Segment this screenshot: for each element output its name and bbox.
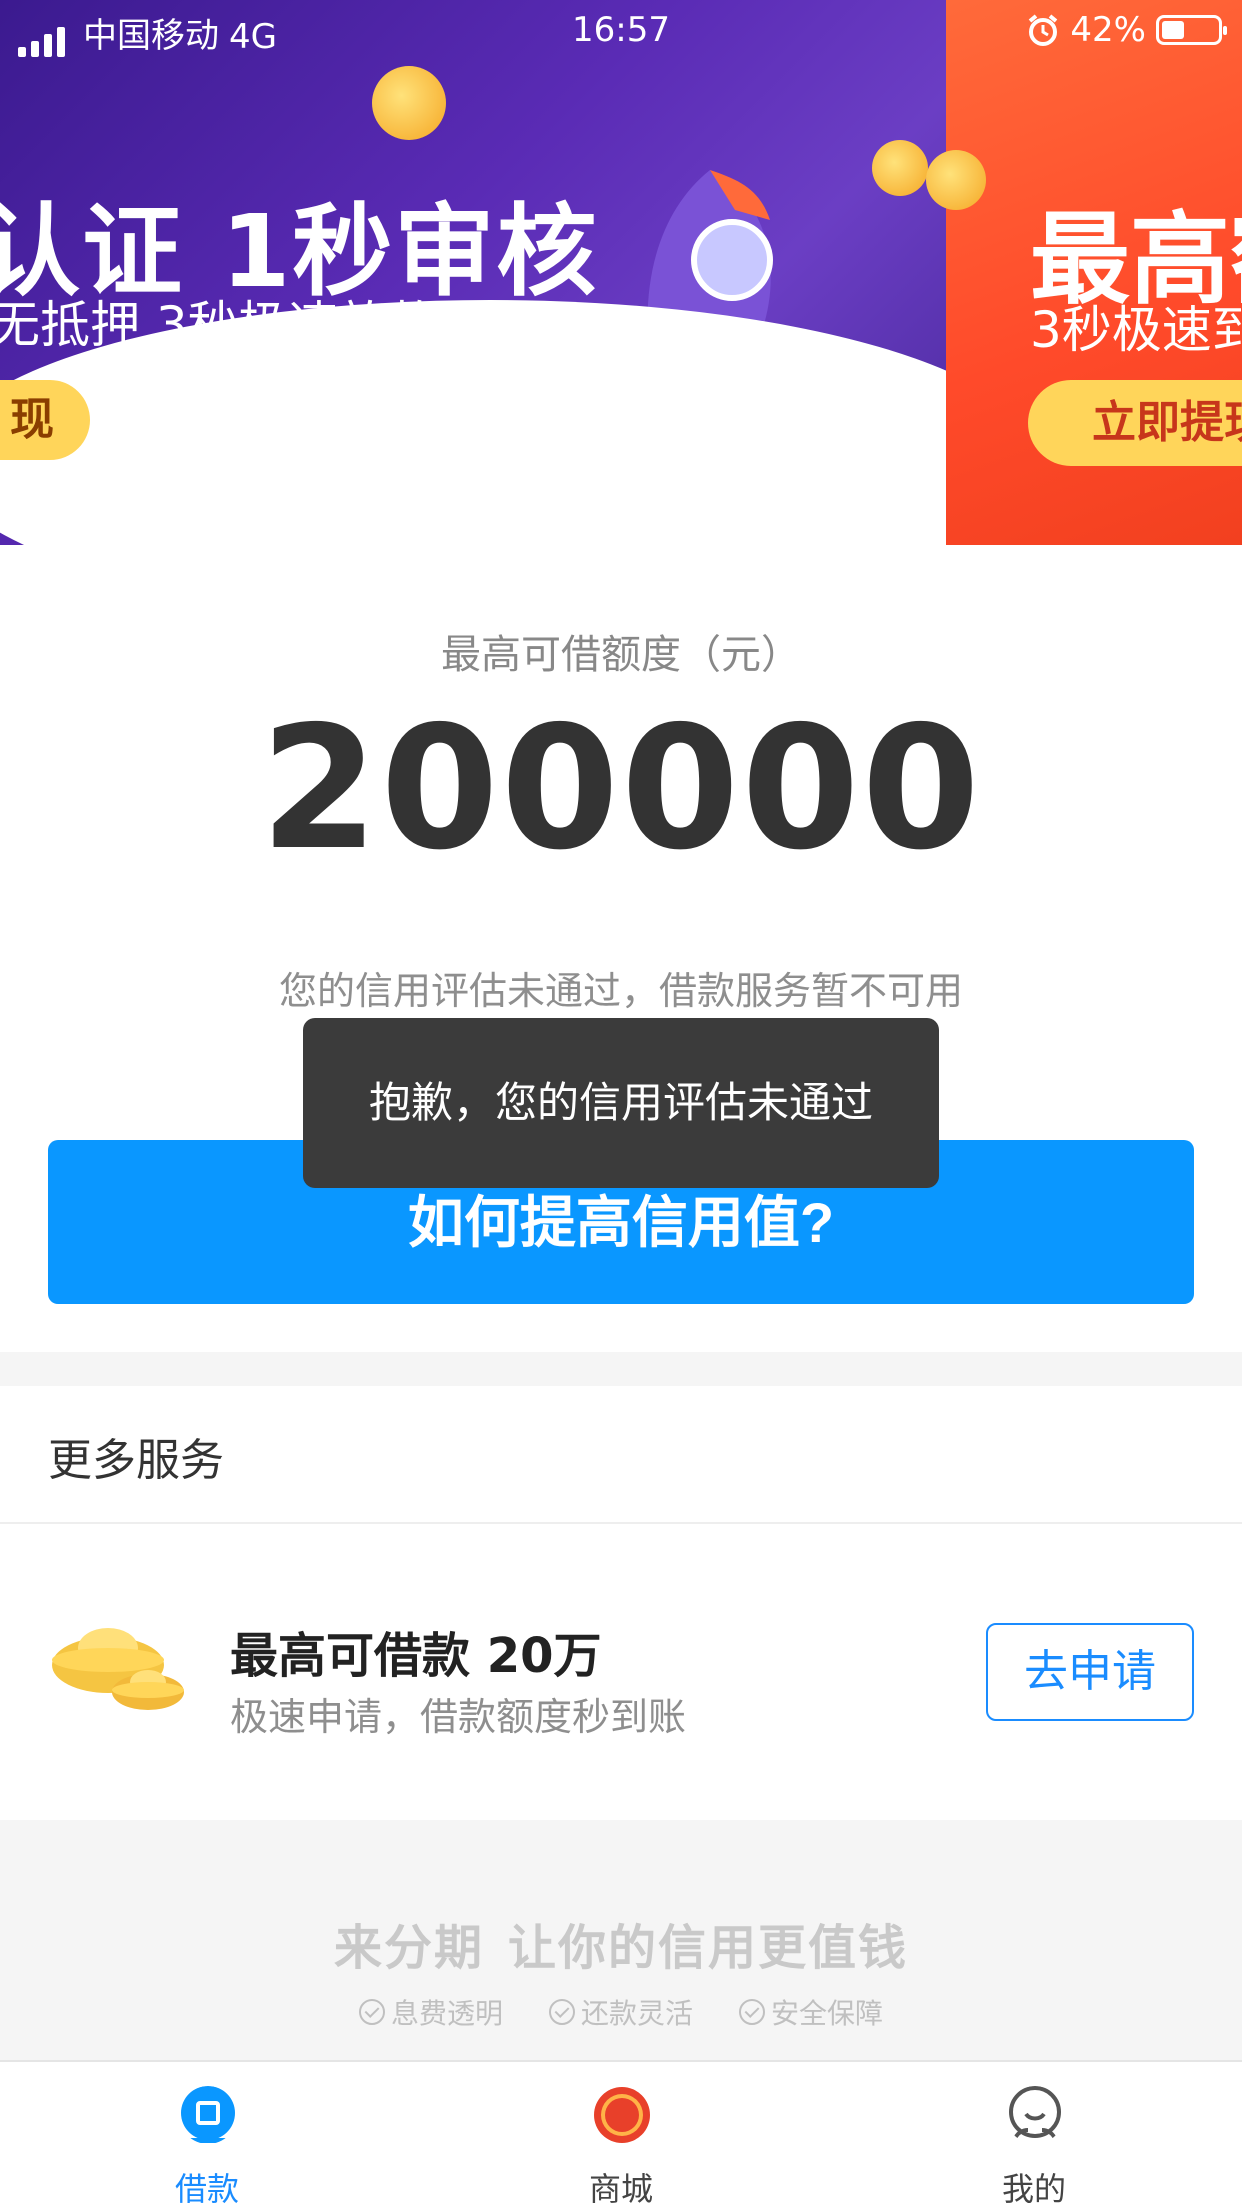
tab-mall[interactable]: 商城 xyxy=(521,2062,721,2210)
apply-button[interactable]: 去申请 xyxy=(986,1623,1194,1721)
profile-icon xyxy=(1009,2086,1061,2143)
footer-slogan: 来分期 让你的信用更值钱 xyxy=(0,1908,1242,1978)
feature-item: 息费透明 xyxy=(358,1992,503,2032)
banner-withdraw-button-2[interactable]: 立即提现 xyxy=(1028,380,1242,466)
feature-list: 息费透明 还款灵活 安全保障 xyxy=(0,1992,1242,2032)
double11-icon xyxy=(594,2087,650,2143)
promo-banner-carousel[interactable]: 认证 1秒审核 无抵押 3秒极速放款 现 最高额 3秒极速到 立即提现 xyxy=(0,0,1242,545)
feature-item: 安全保障 xyxy=(739,1992,883,2032)
carousel-indicator xyxy=(624,518,658,524)
gold-ingot-icon xyxy=(52,1628,184,1710)
service-subtitle: 极速申请，借款额度秒到账 xyxy=(230,1695,687,1739)
check-circle-icon xyxy=(739,1999,765,2025)
credit-limit-label: 最高可借额度（元） xyxy=(441,632,801,678)
tab-label: 商城 xyxy=(588,2170,653,2208)
banner-subtitle-2: 3秒极速到 xyxy=(1030,301,1242,359)
loan-icon xyxy=(181,2086,235,2143)
feature-label: 安全保障 xyxy=(771,1997,884,2030)
banner-slide-1[interactable]: 认证 1秒审核 无抵押 3秒极速放款 现 xyxy=(0,0,1040,545)
check-circle-icon xyxy=(548,1999,575,2025)
more-services-title: 更多服务 xyxy=(48,1435,224,1486)
banner-withdraw-button[interactable]: 现 xyxy=(0,380,90,460)
check-circle-icon xyxy=(358,1999,385,2025)
coin-decoration xyxy=(372,66,446,140)
tab-profile[interactable]: 我的 xyxy=(934,2062,1134,2210)
service-title: 最高可借款 20万 xyxy=(230,1628,602,1684)
slogan-brand: 来分期 xyxy=(333,1920,484,1976)
feature-label: 息费透明 xyxy=(390,1997,503,2030)
divider xyxy=(0,1522,1242,1524)
toast-message: 抱歉，您的信用评估未通过 xyxy=(303,1018,939,1188)
coin-decoration xyxy=(872,140,928,196)
tab-label: 借款 xyxy=(174,2170,239,2208)
section-divider xyxy=(0,1352,1242,1386)
battery-icon xyxy=(1156,15,1227,45)
feature-item: 还款灵活 xyxy=(548,1992,693,2032)
feature-label: 还款灵活 xyxy=(580,1997,693,2030)
credit-limit-amount: 200000 xyxy=(260,690,982,888)
status-bar: 中国移动 4G 16:57 42% xyxy=(0,0,1242,60)
tab-label: 我的 xyxy=(1001,2170,1066,2208)
bottom-tab-bar: 借款 商城 我的 xyxy=(0,2060,1242,2210)
tab-loan[interactable]: 借款 xyxy=(107,2062,307,2210)
battery-percent: 42% xyxy=(1070,10,1146,50)
coin-decoration xyxy=(926,150,986,210)
alarm-icon xyxy=(1029,14,1058,46)
credit-status-notice: 您的信用评估未通过，借款服务暂不可用 xyxy=(278,969,963,1013)
slogan-text: 让你的信用更值钱 xyxy=(508,1920,909,1976)
banner-subtitle: 无抵押 3秒极速放款 xyxy=(0,296,438,354)
